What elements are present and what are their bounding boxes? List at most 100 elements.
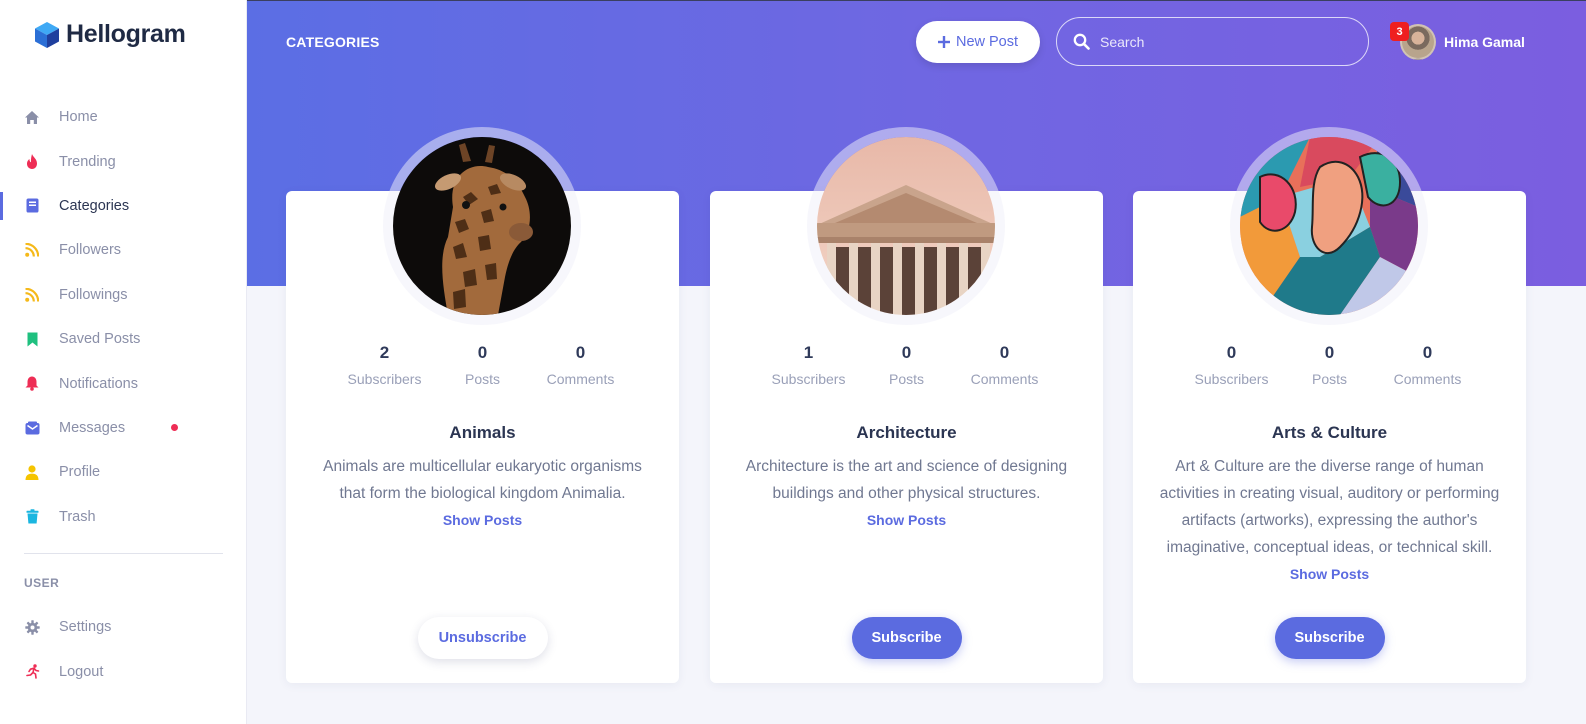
category-image-arts [1240,137,1418,315]
show-posts-link[interactable]: Show Posts [1290,566,1369,582]
category-card-architecture: 1 Subscribers 0 Posts 0 Comments Archite… [710,137,1103,683]
stat-posts: 0 Posts [858,343,956,387]
stat-posts: 0 Posts [434,343,532,387]
sidebar-item-notifications[interactable]: Notifications [0,361,247,405]
flame-icon [24,154,40,170]
stat-value: 1 [803,343,814,362]
app-logo[interactable]: Hellogram [34,20,186,49]
page-title: CATEGORIES [286,34,380,50]
category-title: Arts & Culture [1271,423,1388,442]
subscribe-button[interactable]: Subscribe [851,617,962,659]
description-text: Art & Culture are the diverse range of h… [1159,458,1500,556]
search-input[interactable] [1100,33,1350,50]
stat-label: Posts [1311,371,1347,387]
stat-comments: 0 Comments [1379,343,1477,387]
category-title: Animals [449,423,516,442]
stat-label: Comments [546,371,615,387]
rss-icon [24,242,40,258]
unread-dot [171,424,178,432]
sidebar-item-followings[interactable]: Followings [0,273,247,317]
stat-subscribers: 0 Subscribers [1183,343,1281,387]
sidebar-item-messages[interactable]: Messages [0,406,247,450]
user-menu[interactable]: 3 Hima Gamal [1390,22,1525,60]
stat-label: Subscribers [1194,371,1269,387]
home-icon [24,109,40,125]
stat-value: 0 [1226,343,1237,362]
sidebar-item-label: Notifications [59,375,138,392]
sidebar-item-label: Saved Posts [59,331,141,348]
sidebar-item-saved-posts[interactable]: Saved Posts [0,317,247,361]
stat-value: 0 [477,343,488,362]
sidebar-item-label: Profile [59,464,101,481]
notification-badge: 3 [1390,22,1409,41]
book-icon [24,198,40,214]
user-name: Hima Gamal [1444,34,1525,50]
bookmark-icon [24,331,40,347]
sidebar-item-trending[interactable]: Trending [0,139,247,183]
sidebar-item-label: Logout [59,663,104,680]
sidebar-item-label: Trash [59,508,96,525]
stat-posts: 0 Posts [1281,343,1379,387]
trash-icon [24,509,40,525]
stat-value: 0 [901,343,912,362]
category-stats: 1 Subscribers 0 Posts 0 Comments [710,343,1103,387]
sidebar-item-profile[interactable]: Profile [0,450,247,494]
stat-value: 0 [1324,343,1335,362]
sidebar-item-label: Categories [59,197,130,214]
sidebar-item-label: Trending [59,153,116,170]
description-text: Architecture is the art and science of d… [745,458,1068,502]
sidebar-item-trash[interactable]: Trash [0,495,247,539]
stat-value: 0 [575,343,586,362]
category-card-arts-culture: 0 Subscribers 0 Posts 0 Comments Arts & … [1133,137,1526,683]
sidebar-item-label: Messages [59,419,126,436]
sidebar: Hellogram Home Trending Categories Follo… [0,0,247,724]
stat-label: Comments [1393,371,1462,387]
description-text: Animals are multicellular eukaryotic org… [323,458,642,502]
plus-icon [937,36,950,48]
category-image-giraffe [393,137,571,315]
sidebar-nav: Home Trending Categories Followers Follo… [0,95,247,539]
running-icon [24,664,40,680]
sidebar-item-categories[interactable]: Categories [0,184,247,228]
sidebar-item-home[interactable]: Home [0,95,247,139]
new-post-label: New Post [955,34,1019,50]
subscribe-button[interactable]: Subscribe [1274,617,1385,659]
category-description: Art & Culture are the diverse range of h… [1157,453,1502,588]
bell-icon [24,376,40,392]
category-stats: 2 Subscribers 0 Posts 0 Comments [286,343,679,387]
avatar: 3 [1390,22,1436,60]
stat-label: Subscribers [771,371,846,387]
category-image-architecture [817,137,995,315]
show-posts-link[interactable]: Show Posts [867,512,946,528]
sidebar-item-logout[interactable]: Logout [0,649,247,693]
sidebar-user-nav: Settings Logout [0,605,247,694]
user-icon [24,464,40,480]
unsubscribe-button[interactable]: Unsubscribe [417,617,548,659]
search-icon [1073,33,1090,50]
sidebar-section-label: USER [24,576,60,590]
logo-cube-icon [35,21,59,48]
sidebar-item-followers[interactable]: Followers [0,228,247,272]
stat-subscribers: 2 Subscribers [336,343,434,387]
gear-icon [24,619,40,635]
show-posts-link[interactable]: Show Posts [443,512,522,528]
category-title: Architecture [856,423,957,442]
new-post-button[interactable]: New Post [916,21,1040,63]
stat-subscribers: 1 Subscribers [760,343,858,387]
sidebar-item-label: Followers [59,242,122,259]
sidebar-item-settings[interactable]: Settings [0,605,247,649]
stat-comments: 0 Comments [956,343,1054,387]
stat-value: 0 [1422,343,1433,362]
stat-label: Posts [888,371,924,387]
sidebar-item-label: Settings [59,619,112,636]
category-description: Animals are multicellular eukaryotic org… [310,453,655,534]
stat-label: Comments [970,371,1039,387]
sidebar-item-label: Followings [59,286,128,303]
search-box [1056,17,1369,66]
stat-label: Subscribers [347,371,422,387]
stat-comments: 0 Comments [532,343,630,387]
stat-value: 0 [999,343,1010,362]
rss-icon [24,287,40,303]
sidebar-item-label: Home [59,109,98,126]
stat-value: 2 [379,343,390,362]
